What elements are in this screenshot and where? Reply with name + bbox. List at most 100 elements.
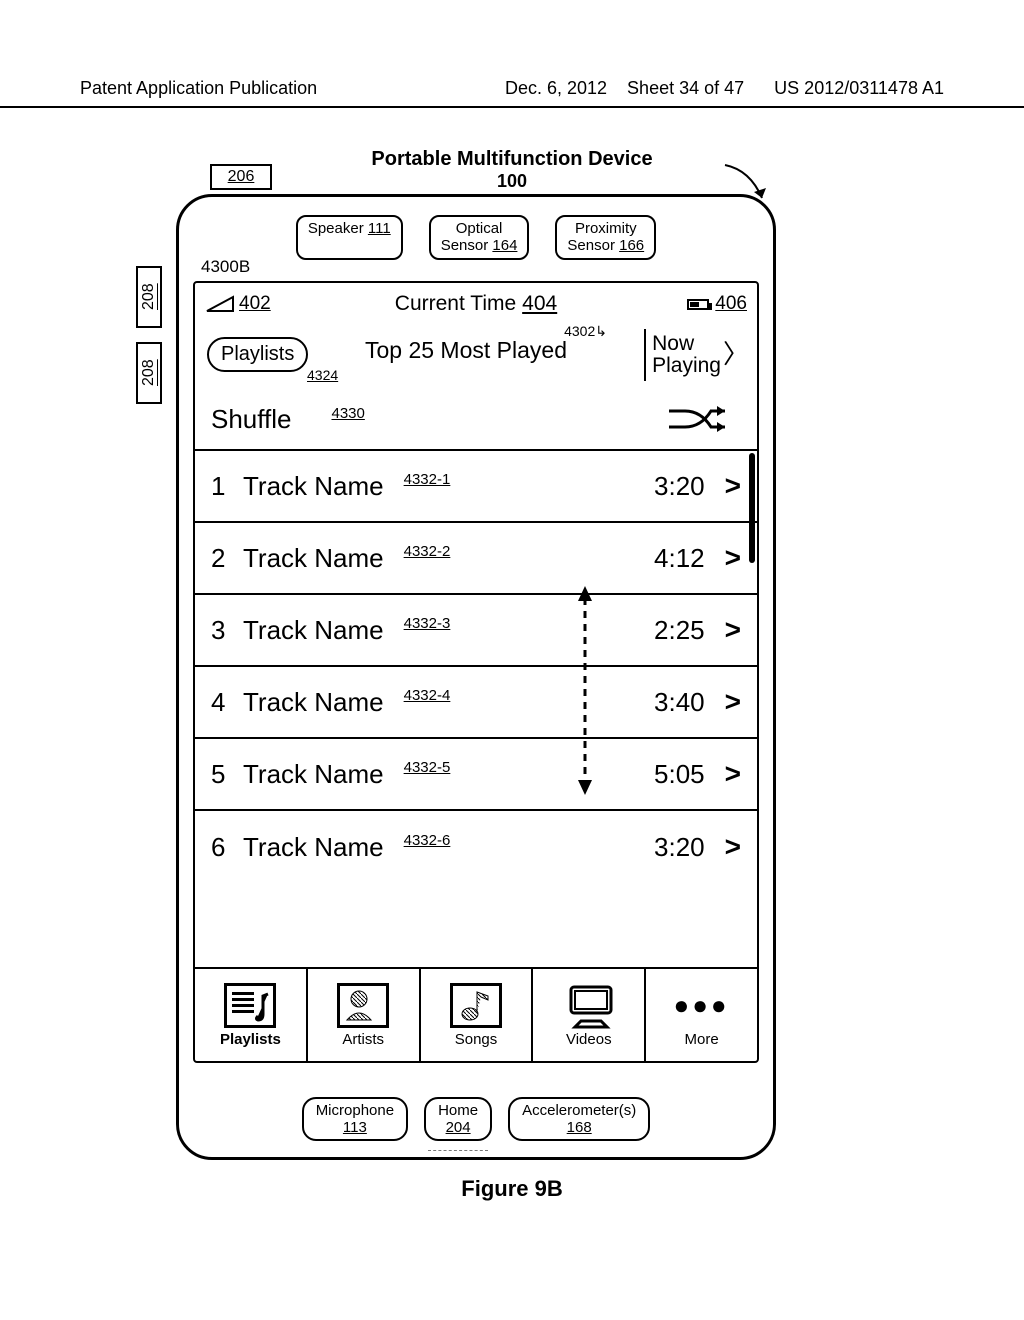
speaker-box: Speaker 111 (296, 215, 403, 260)
optical-sensor-box: Optical Sensor 164 (429, 215, 530, 260)
track-name: Track Name (243, 832, 384, 863)
accelerometer-box: Accelerometer(s) 168 (508, 1097, 650, 1142)
tab-songs-label: Songs (455, 1031, 498, 1048)
chevron-right-icon: 〉 (723, 341, 749, 368)
device-outline: Speaker 111 Optical Sensor 164 Proximity… (176, 194, 776, 1160)
microphone-box: Microphone 113 (302, 1097, 408, 1142)
ui-ref-4300b: 4300B (201, 257, 250, 277)
track-row[interactable]: 1Track Name4332-13:20> (195, 451, 757, 523)
header-date: Dec. 6, 2012 (505, 78, 607, 98)
optical-label1: Optical (456, 220, 503, 237)
accel-label: Accelerometer(s) (522, 1102, 636, 1119)
songs-icon (450, 983, 502, 1028)
shuffle-icon (667, 403, 739, 437)
track-ref: 4332-2 (404, 543, 451, 560)
battery-ref: 406 (715, 293, 747, 315)
header-rule (0, 106, 1024, 108)
tab-artists-label: Artists (342, 1031, 384, 1048)
now-playing-button[interactable]: Now Playing 〉 (644, 329, 749, 381)
nav-header: Playlists 4324 Top 25 Most Played 4302↳ … (195, 325, 757, 389)
back-button-ref: 4324 (307, 367, 338, 383)
track-duration: 5:05 (654, 759, 705, 790)
home-dashed-outline (428, 1150, 488, 1151)
track-name: Track Name (243, 759, 384, 790)
track-row[interactable]: 2 Track Name 4332-2 4:12 > (195, 523, 757, 595)
signal-icon (205, 295, 235, 313)
device-title-ref: 100 (0, 171, 1024, 192)
figure-caption: Figure 9B (0, 1176, 1024, 1202)
header-sheet: Sheet 34 of 47 (627, 78, 744, 98)
track-ref: 4332-1 (404, 471, 451, 488)
tab-more-label: More (684, 1031, 718, 1048)
chevron-right-icon: > (725, 831, 741, 863)
proximity-ref: 166 (619, 237, 644, 254)
tab-videos[interactable]: Videos (533, 969, 646, 1061)
track-name: Track Name (243, 471, 384, 502)
device-title-text: Portable Multifunction Device (371, 148, 652, 170)
tab-artists[interactable]: Artists (308, 969, 421, 1061)
proximity-label2: Sensor (567, 237, 615, 254)
speaker-ref: 111 (368, 220, 391, 237)
track-name: Track Name (243, 615, 384, 646)
more-icon: ●●● (676, 983, 728, 1028)
track-ref: 4332-4 (404, 687, 451, 704)
track-name: Track Name (243, 687, 384, 718)
track-number: 1 (211, 471, 235, 502)
now-playing-ref: 4302↳ (564, 323, 607, 340)
home-label: Home (438, 1102, 478, 1119)
shuffle-ref: 4330 (331, 405, 364, 422)
home-button[interactable]: Home 204 (424, 1097, 492, 1142)
header-right: Dec. 6, 2012 Sheet 34 of 47 US 2012/0311… (505, 78, 944, 99)
track-number: 4 (211, 687, 235, 718)
chevron-right-icon: > (725, 542, 741, 574)
track-duration: 3:20 (654, 471, 705, 502)
track-number: 5 (211, 759, 235, 790)
track-row[interactable]: 5Track Name4332-55:05> (195, 739, 757, 811)
top-sensor-row: Speaker 111 Optical Sensor 164 Proximity… (179, 215, 773, 260)
track-ref: 4332-3 (404, 615, 451, 632)
ref-208-top: 208 (136, 266, 162, 328)
signal-ref: 402 (239, 293, 271, 315)
track-duration: 3:20 (654, 832, 705, 863)
track-duration: 3:40 (654, 687, 705, 718)
chevron-right-icon: > (725, 686, 741, 718)
chevron-right-icon: > (725, 614, 741, 646)
proximity-label1: Proximity (575, 220, 637, 237)
tab-videos-label: Videos (566, 1031, 612, 1048)
optical-ref: 164 (492, 237, 517, 254)
track-number: 6 (211, 832, 235, 863)
status-time: Current Time 404 (395, 292, 557, 316)
track-row[interactable]: 4 Track Name 4332-4 3:40 > (195, 667, 757, 739)
microphone-label: Microphone (316, 1102, 394, 1119)
shuffle-row[interactable]: Shuffle 4330 (195, 389, 757, 451)
playlists-icon (224, 983, 276, 1028)
status-time-label: Current Time (395, 292, 516, 316)
ref-208-bottom: 208 (136, 342, 162, 404)
shuffle-label: Shuffle (211, 404, 291, 435)
tab-more[interactable]: ●●● More (646, 969, 757, 1061)
track-duration: 4:12 (654, 543, 705, 574)
track-row[interactable]: 3Track Name4332-32:25> (195, 595, 757, 667)
status-bar: 402 Current Time 404 406 (195, 283, 757, 325)
artists-icon (337, 983, 389, 1028)
track-row[interactable]: 6 Track Name 4332-6 3:20 > (195, 811, 757, 883)
optical-label2: Sensor (441, 237, 489, 254)
nav-title: Top 25 Most Played (325, 337, 607, 364)
chevron-right-icon: > (725, 758, 741, 790)
track-duration: 2:25 (654, 615, 705, 646)
tab-playlists[interactable]: Playlists (195, 969, 308, 1061)
ref-206: 206 (210, 164, 272, 190)
back-button[interactable]: Playlists (207, 337, 308, 372)
tracks-list[interactable]: 1 Track Name 4332-1 3:20 >2 Track Name 4332-2 4… (195, 451, 757, 883)
track-number: 2 (211, 543, 235, 574)
home-ref: 204 (446, 1119, 471, 1136)
tab-songs[interactable]: Songs (421, 969, 534, 1061)
track-name: Track Name (243, 543, 384, 574)
battery-icon (687, 299, 709, 310)
touchscreen[interactable]: 402 Current Time 404 406 Playlists 4324 … (193, 281, 759, 1063)
tab-playlists-label: Playlists (220, 1031, 281, 1048)
tab-bar: Playlists Artists (195, 967, 757, 1061)
page-header: Patent Application Publication Dec. 6, 2… (80, 78, 944, 99)
track-ref: 4332-6 (404, 832, 451, 849)
status-time-ref: 404 (522, 292, 557, 316)
